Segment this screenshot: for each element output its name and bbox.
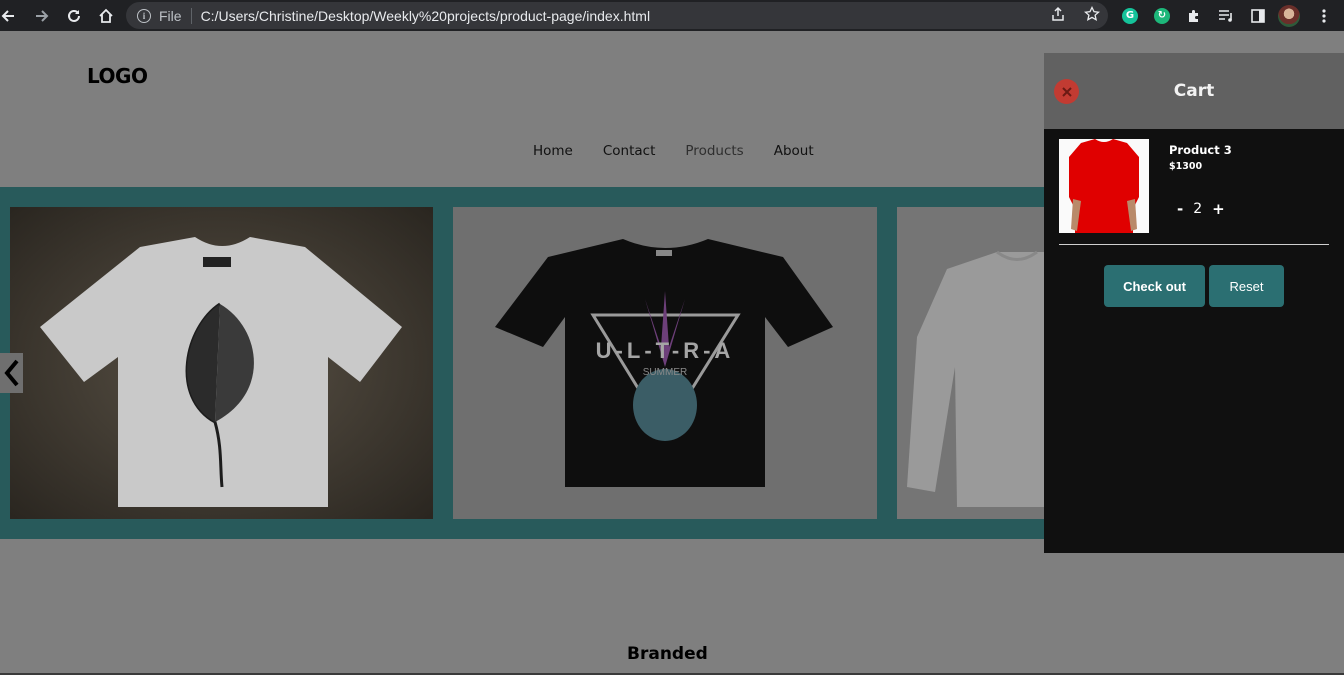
cart-actions: Check out Reset xyxy=(1104,265,1284,307)
extensions-puzzle-icon[interactable] xyxy=(1186,0,1202,31)
bookmark-star-icon[interactable] xyxy=(1083,5,1101,26)
side-panel-icon[interactable] xyxy=(1250,0,1266,31)
carousel-prev-button[interactable] xyxy=(0,353,23,393)
share-icon[interactable] xyxy=(1050,6,1066,26)
protocol-label: File xyxy=(159,7,182,24)
product-thumbnail xyxy=(1059,139,1149,233)
main-nav: Home Contact Products About xyxy=(533,143,814,159)
quantity-value: 2 xyxy=(1193,201,1203,217)
close-cart-icon[interactable] xyxy=(1054,79,1079,104)
checkout-button[interactable]: Check out xyxy=(1104,265,1205,307)
cart-panel: Cart Product 3 $1300 - 2 + Check out Res… xyxy=(1044,53,1344,553)
increase-quantity-button[interactable]: + xyxy=(1212,201,1225,217)
cart-item-name: Product 3 xyxy=(1169,143,1232,157)
info-icon[interactable]: i xyxy=(137,8,151,23)
decrease-quantity-button[interactable]: - xyxy=(1177,201,1183,217)
nav-home[interactable]: Home xyxy=(533,143,573,159)
address-bar[interactable]: i File C:/Users/Christine/Desktop/Weekly… xyxy=(126,2,1108,29)
media-queue-icon[interactable] xyxy=(1218,0,1234,31)
section-title: Branded xyxy=(627,644,708,664)
browser-menu-icon[interactable] xyxy=(1322,0,1326,31)
grammarly-extension-icon[interactable]: G xyxy=(1122,0,1138,31)
cart-item: Product 3 $1300 - 2 + xyxy=(1059,139,1329,245)
nav-products[interactable]: Products xyxy=(685,143,743,159)
site-logo[interactable]: LOGO xyxy=(87,64,148,88)
carousel-slide-grey-longsleeve[interactable] xyxy=(897,207,1057,519)
nav-about[interactable]: About xyxy=(774,143,814,159)
browser-toolbar: i File C:/Users/Christine/Desktop/Weekly… xyxy=(0,0,1344,31)
home-icon[interactable] xyxy=(90,0,122,31)
cart-item-price: $1300 xyxy=(1169,161,1203,172)
profile-avatar[interactable] xyxy=(1278,0,1300,31)
sync-extension-icon[interactable]: ↻ xyxy=(1154,0,1170,31)
address-divider xyxy=(190,7,192,24)
svg-text:U-L-T-R-A: U-L-T-R-A xyxy=(596,338,735,363)
cart-title: Cart xyxy=(1173,81,1215,101)
forward-icon[interactable] xyxy=(26,0,58,31)
svg-text:SUMMER: SUMMER xyxy=(643,367,687,378)
reset-button[interactable]: Reset xyxy=(1209,265,1284,307)
reload-icon[interactable] xyxy=(58,0,90,31)
nav-contact[interactable]: Contact xyxy=(603,143,656,159)
carousel-slide-black-tee[interactable]: U-L-T-R-A SUMMER xyxy=(453,207,877,519)
quantity-stepper: - 2 + xyxy=(1177,201,1225,217)
carousel-slide-white-tee[interactable] xyxy=(10,207,433,519)
back-icon[interactable] xyxy=(0,0,16,31)
cart-header: Cart xyxy=(1044,53,1344,129)
url-text[interactable]: C:/Users/Christine/Desktop/Weekly%20proj… xyxy=(201,8,651,24)
